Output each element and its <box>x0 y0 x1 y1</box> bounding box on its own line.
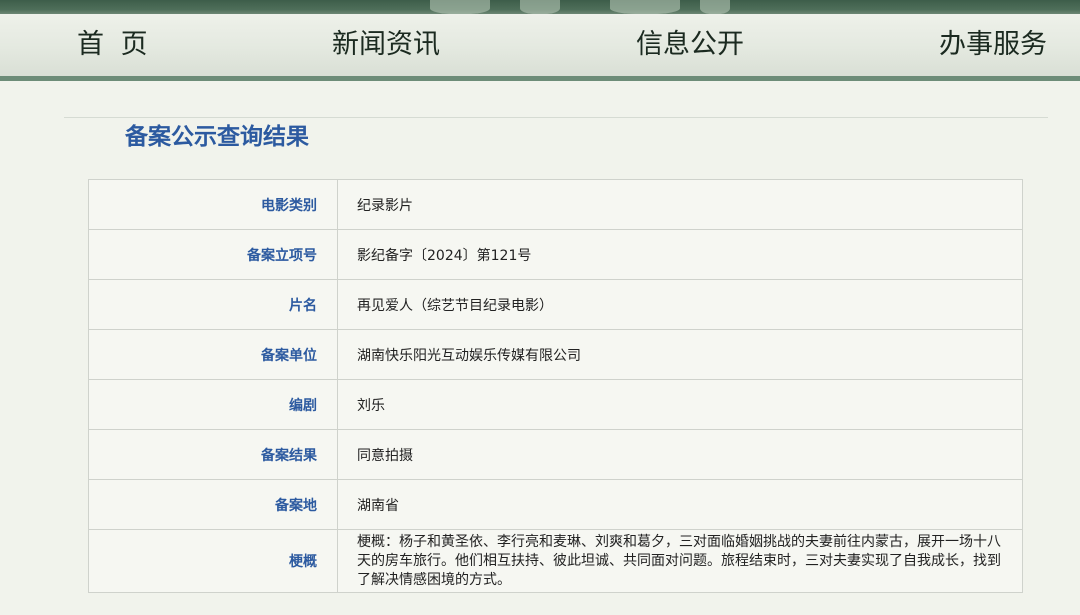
nav-news[interactable]: 新闻资讯 <box>332 26 440 64</box>
row-label-filing-location: 备案地 <box>88 479 338 530</box>
row-label-synopsis: 梗概 <box>88 529 338 593</box>
row-label-film-category: 电影类别 <box>88 179 338 230</box>
table-row: 备案地 湖南省 <box>88 479 1023 530</box>
table-row: 梗概 梗概：杨子和黄圣依、李行亮和麦琳、刘爽和葛夕，三对面临婚姻挑战的夫妻前往内… <box>88 529 1023 593</box>
row-value-synopsis: 梗概：杨子和黄圣依、李行亮和麦琳、刘爽和葛夕，三对面临婚姻挑战的夫妻前往内蒙古，… <box>337 529 1023 593</box>
nav-divider <box>0 76 1080 81</box>
table-row: 备案结果 同意拍摄 <box>88 429 1023 480</box>
banner-decoration <box>610 0 680 14</box>
banner-decoration <box>430 0 490 14</box>
row-value-filing-unit: 湖南快乐阳光互动娱乐传媒有限公司 <box>337 329 1023 380</box>
title-divider <box>64 117 1048 118</box>
row-label-screenwriter: 编剧 <box>88 379 338 430</box>
table-row: 编剧 刘乐 <box>88 379 1023 430</box>
table-row: 备案立项号 影纪备字〔2024〕第121号 <box>88 229 1023 280</box>
row-label-filing-result: 备案结果 <box>88 429 338 480</box>
row-value-filing-result: 同意拍摄 <box>337 429 1023 480</box>
table-row: 备案单位 湖南快乐阳光互动娱乐传媒有限公司 <box>88 329 1023 380</box>
nav-info-disclosure[interactable]: 信息公开 <box>636 26 744 64</box>
row-value-screenwriter: 刘乐 <box>337 379 1023 430</box>
nav-home[interactable]: 首 页 <box>77 26 152 64</box>
banner-decoration <box>520 0 560 14</box>
row-label-filing-number: 备案立项号 <box>88 229 338 280</box>
page-title: 备案公示查询结果 <box>125 124 309 150</box>
filing-info-table: 电影类别 纪录影片 备案立项号 影纪备字〔2024〕第121号 片名 再见爱人（… <box>88 179 1023 593</box>
table-row: 电影类别 纪录影片 <box>88 179 1023 230</box>
table-row: 片名 再见爱人（综艺节目纪录电影） <box>88 279 1023 330</box>
nav-services[interactable]: 办事服务 <box>939 26 1047 64</box>
row-value-filing-number: 影纪备字〔2024〕第121号 <box>337 229 1023 280</box>
row-value-filing-location: 湖南省 <box>337 479 1023 530</box>
row-value-title: 再见爱人（综艺节目纪录电影） <box>337 279 1023 330</box>
main-nav: 首 页 新闻资讯 信息公开 办事服务 <box>0 14 1080 76</box>
row-value-film-category: 纪录影片 <box>337 179 1023 230</box>
header-banner-strip <box>0 0 1080 14</box>
banner-decoration <box>700 0 730 14</box>
row-label-filing-unit: 备案单位 <box>88 329 338 380</box>
row-label-title: 片名 <box>88 279 338 330</box>
